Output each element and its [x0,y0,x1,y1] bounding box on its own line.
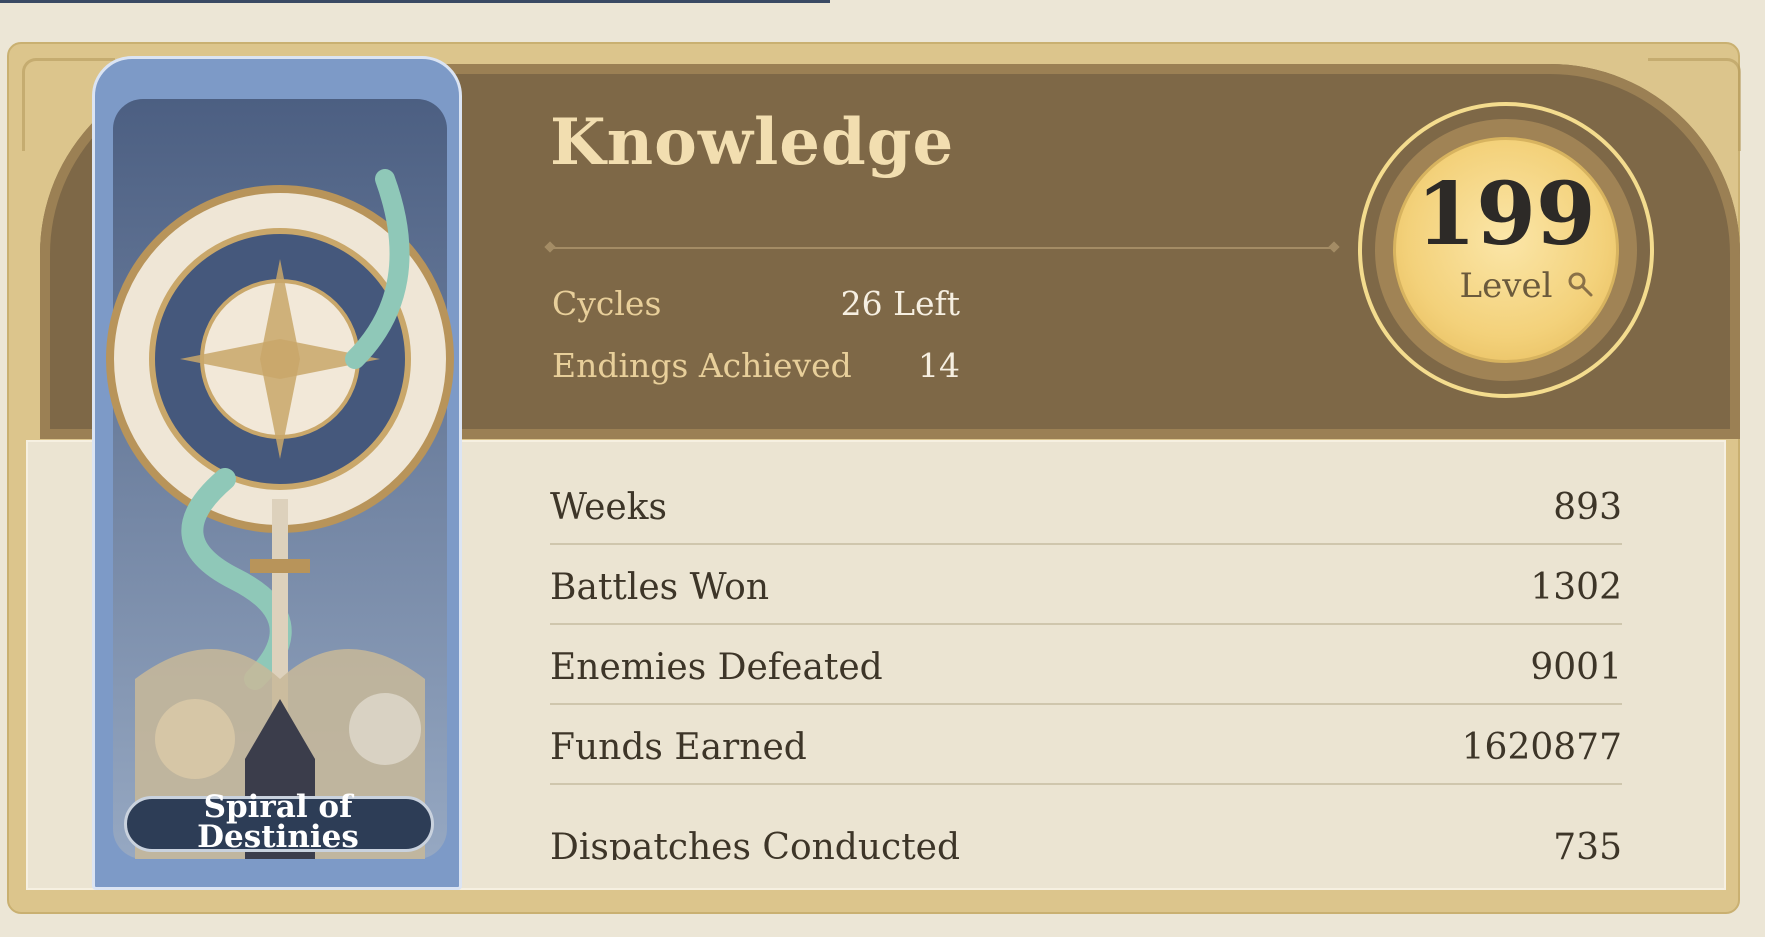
card-illustration [106,99,454,859]
summary-endings-label: Endings Achieved [552,346,852,385]
stat-row: Battles Won 1302 [550,545,1622,625]
stat-row: Enemies Defeated 9001 [550,625,1622,705]
card-art[interactable] [92,56,462,890]
stat-row: Dispatches Conducted 735 [550,820,1622,860]
magnifier-icon[interactable] [1566,270,1594,298]
level-number: 199 [1416,164,1596,265]
summary-cycles-value: 26 Left [840,284,960,323]
stat-value: 735 [1553,827,1622,860]
stat-row: Weeks 893 [550,465,1622,545]
summary-endings-value: 14 [918,346,960,385]
stat-row: Funds Earned 1620877 [550,705,1622,785]
summary-cycles-label: Cycles [552,284,662,323]
header-divider [550,247,1334,249]
stat-label: Funds Earned [550,727,807,768]
top-bar [0,0,830,3]
stat-label: Battles Won [550,567,770,608]
card-name: Spiral of Destinies [197,789,359,855]
stat-value: 9001 [1530,647,1622,688]
stat-label: Enemies Defeated [550,647,883,688]
scroll-clip[interactable]: Dispatches Conducted 735 [540,820,1640,860]
stat-value: 1302 [1530,567,1622,608]
stat-value: 1620877 [1461,727,1622,768]
row-divider [550,783,1622,785]
page-title: Knowledge [550,105,955,180]
stat-label: Weeks [550,487,667,528]
corner-ornament [1648,58,1741,151]
stat-value: 893 [1553,487,1622,528]
stat-label: Dispatches Conducted [550,827,961,860]
